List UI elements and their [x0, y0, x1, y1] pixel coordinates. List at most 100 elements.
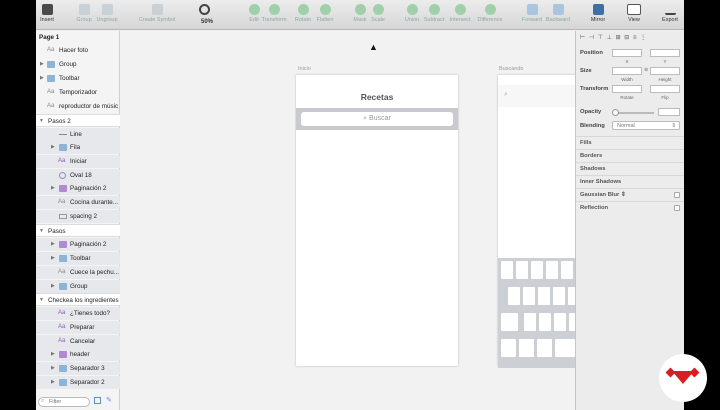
layer-row[interactable]: ▶ Separador 2 — [36, 376, 120, 389]
layer-row[interactable]: ▶ Toolbar — [36, 252, 120, 265]
flatten-button[interactable]: Flatten — [309, 4, 341, 23]
disclosure-triangle-icon[interactable]: ▶ — [51, 141, 55, 154]
export-button[interactable]: Export — [654, 4, 684, 23]
layer-row[interactable]: ▶ Separador 3 — [36, 362, 120, 375]
keyboard-key[interactable] — [568, 287, 575, 305]
keyboard-key[interactable] — [539, 313, 551, 331]
disclosure-triangle-icon[interactable]: ▶ — [51, 362, 55, 375]
layer-row[interactable]: ▶ Fila — [36, 141, 120, 154]
search-field[interactable]: ⌕ Buscar — [301, 112, 453, 126]
width-field[interactable] — [612, 67, 642, 75]
layer-row[interactable]: Aa Temporizador — [36, 86, 120, 99]
disclosure-triangle-icon[interactable]: ▼ — [39, 225, 44, 236]
height-field[interactable] — [650, 67, 680, 75]
disclosure-triangle-icon[interactable]: ▶ — [51, 376, 55, 389]
gaussian-blur-section[interactable]: Gaussian Blur ⇕ — [576, 188, 684, 201]
keyboard-key[interactable] — [501, 261, 513, 279]
layer-row[interactable]: Aa Cancelar — [36, 335, 120, 348]
alignment-bar[interactable]: ⊢ ⊣ ⊤ ⊥ ⊞ ⊟ ≡ ⋮ — [580, 34, 680, 42]
artboard-inicio[interactable]: Recetas ⌕ Buscar — [296, 75, 458, 366]
layer-row[interactable]: ▶ Group — [36, 280, 120, 293]
align-icons[interactable]: ⊢ ⊣ ⊤ ⊥ ⊞ ⊟ ≡ ⋮ — [580, 35, 647, 41]
artboard-buscando[interactable]: ⌕ — [498, 75, 575, 368]
keyboard-key[interactable] — [554, 313, 566, 331]
layer-row[interactable]: Aa ¿Tienes todo? — [36, 307, 120, 320]
keyboard-key[interactable] — [546, 261, 558, 279]
keyboard-key[interactable] — [516, 261, 528, 279]
filter-input[interactable] — [38, 397, 90, 407]
x-field[interactable] — [612, 49, 642, 57]
difference-button[interactable]: Difference — [474, 4, 506, 23]
keyboard-key[interactable] — [508, 287, 520, 305]
folder-icon — [59, 283, 67, 290]
shadows-section[interactable]: Shadows — [576, 162, 684, 175]
reflection-checkbox[interactable] — [674, 205, 680, 211]
disclosure-triangle-icon[interactable]: ▶ — [51, 348, 55, 361]
keyboard-key[interactable] — [555, 339, 575, 357]
canvas[interactable]: Inicio Recetas ⌕ Buscar Buscando ⌕ ▲ — [120, 31, 575, 410]
artboard-row[interactable]: ▼ Checkea los ingredientes — [36, 293, 120, 306]
opacity-slider-knob[interactable] — [612, 109, 619, 116]
keyboard-key[interactable] — [561, 261, 573, 279]
keyboard-key[interactable] — [501, 339, 516, 357]
inner-shadows-section[interactable]: Inner Shadows — [576, 175, 684, 188]
keyboard-key[interactable] — [519, 339, 534, 357]
ungroup-button[interactable]: Ungroup — [91, 4, 123, 23]
artboard-row[interactable]: ▼ Pasos — [36, 224, 120, 237]
disclosure-triangle-icon[interactable]: ▶ — [51, 280, 55, 293]
keyboard-key[interactable] — [523, 287, 535, 305]
layer-row[interactable]: spacing 2 — [36, 210, 120, 223]
layer-row[interactable]: Aa reproductor de músic — [36, 100, 120, 113]
opacity-label: Opacity — [580, 109, 602, 115]
mirror-button[interactable]: Mirror — [582, 4, 614, 23]
borders-section[interactable]: Borders — [576, 149, 684, 162]
layer-row[interactable]: Aa Iniciar — [36, 155, 120, 168]
keyboard-key[interactable] — [531, 261, 543, 279]
view-button[interactable]: View — [618, 4, 650, 23]
insert-button[interactable]: Insert — [36, 4, 63, 23]
gaussian-blur-checkbox[interactable] — [674, 192, 680, 198]
disclosure-triangle-icon[interactable]: ▶ — [51, 182, 55, 195]
opacity-field[interactable] — [658, 108, 680, 116]
layer-row[interactable]: Aa Cuece la pechu... — [36, 266, 120, 279]
keyboard-key[interactable] — [501, 313, 518, 331]
disclosure-triangle-icon[interactable]: ▶ — [40, 58, 44, 71]
backward-button[interactable]: Backward — [542, 4, 574, 23]
keyboard-key[interactable] — [524, 313, 536, 331]
keyboard-key[interactable] — [537, 339, 552, 357]
zoom-control[interactable] — [194, 4, 214, 17]
keyboard-key[interactable] — [538, 287, 550, 305]
artboard-row[interactable]: ▼ Pasos 2 — [36, 114, 120, 127]
mouse-cursor-icon: ▲ — [369, 42, 378, 52]
pencil-icon[interactable]: ✎ — [106, 396, 112, 404]
create-symbol-button[interactable]: Create Symbol — [136, 4, 178, 23]
page-item[interactable]: Page 1 — [36, 31, 120, 44]
disclosure-triangle-icon[interactable]: ▼ — [39, 294, 44, 305]
layer-row[interactable]: Aa Hacer foto — [36, 44, 120, 57]
flip-buttons[interactable] — [650, 85, 680, 93]
layer-row[interactable]: Aa Preparar — [36, 321, 120, 334]
y-field[interactable] — [650, 49, 680, 57]
layer-row[interactable]: ▶ Paginación 2 — [36, 238, 120, 251]
disclosure-triangle-icon[interactable]: ▶ — [51, 252, 55, 265]
disclosure-triangle-icon[interactable]: ▶ — [40, 72, 44, 85]
transform-button[interactable]: Transform — [258, 4, 290, 23]
layer-row[interactable]: Oval 18 — [36, 169, 120, 182]
disclosure-triangle-icon[interactable]: ▶ — [51, 238, 55, 251]
copy-icon[interactable] — [94, 397, 101, 404]
lock-icon[interactable]: ⊕ — [644, 67, 648, 73]
blending-select[interactable]: Normal ⇕ — [612, 121, 680, 130]
keyboard-key[interactable] — [553, 287, 565, 305]
rotate-field[interactable] — [612, 85, 642, 93]
layer-row[interactable]: Aa Cocina durante... — [36, 196, 120, 209]
disclosure-triangle-icon[interactable]: ▼ — [39, 115, 44, 126]
layer-row[interactable]: ▶ Group — [36, 58, 120, 71]
fills-section[interactable]: Fills — [576, 136, 684, 149]
layer-row[interactable]: ▶ Paginación 2 — [36, 182, 120, 195]
scale-button[interactable]: Scale — [362, 4, 394, 23]
intersect-button[interactable]: Intersect — [444, 4, 476, 23]
layer-row[interactable]: ▶ Toolbar — [36, 72, 120, 85]
reflection-section[interactable]: Reflection — [576, 201, 684, 214]
layer-row[interactable]: Line — [36, 128, 120, 141]
layer-row[interactable]: ▶ header — [36, 348, 120, 361]
